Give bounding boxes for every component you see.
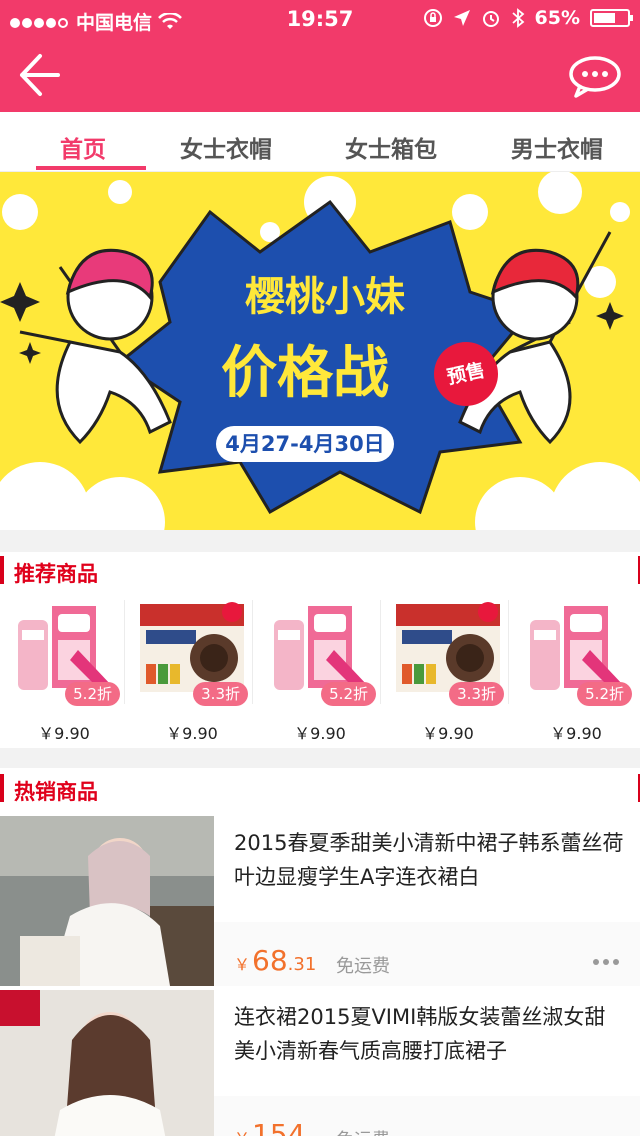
hot-title: 热销商品 <box>14 780 98 804</box>
recommended-item[interactable]: 5.2折 ￥9.90 <box>512 590 640 748</box>
recommended-item[interactable]: 5.2折 ￥9.90 <box>0 590 128 748</box>
section-accent-bar <box>0 556 4 584</box>
tab-women-bags[interactable]: 女士箱包 <box>345 130 437 164</box>
section-gap <box>0 530 640 552</box>
tab-men-clothing[interactable]: 男士衣帽 <box>511 130 603 164</box>
top-bar: 中国电信 19:57 65% <box>0 0 640 112</box>
category-tabs: 首页 女士衣帽 女士箱包 男士衣帽 <box>0 112 640 172</box>
price-integer: 154 <box>252 1118 306 1136</box>
recommended-item[interactable]: 3.3折 ￥9.90 <box>128 590 256 748</box>
price-integer: 68 <box>252 944 288 977</box>
discount-badge: 3.3折 <box>449 682 504 706</box>
chat-bubble-icon[interactable] <box>568 54 622 98</box>
more-options-icon[interactable] <box>592 958 620 966</box>
back-arrow-icon[interactable] <box>18 52 60 98</box>
status-right: 65% <box>423 7 633 29</box>
item-divider <box>380 600 381 704</box>
item-price: ￥9.90 <box>166 724 218 743</box>
discount-badge: 5.2折 <box>321 682 376 706</box>
recommended-item[interactable]: 5.2折 ￥9.90 <box>256 590 384 748</box>
tab-home[interactable]: 首页 <box>60 130 106 164</box>
active-tab-indicator <box>36 166 146 170</box>
product-price: ￥ 154 <box>234 1118 305 1136</box>
battery-percent: 65% <box>534 7 580 29</box>
tab-women-clothing[interactable]: 女士衣帽 <box>180 130 272 164</box>
location-icon <box>453 10 470 26</box>
recommended-item[interactable]: 3.3折 ￥9.90 <box>384 590 512 748</box>
banner-title-line1: 樱桃小妹 <box>245 274 405 320</box>
battery-icon <box>590 9 633 27</box>
product-photo <box>0 990 214 1136</box>
shipping-label: 免运费 <box>336 1126 390 1136</box>
discount-badge: 5.2折 <box>65 682 120 706</box>
item-price: ￥9.90 <box>294 724 346 743</box>
product-name: 2015春夏季甜美小清新中裙子韩系蕾丝荷叶边显瘦学生A字连衣裙白 <box>234 831 624 889</box>
banner-title-line2: 价格战 <box>221 341 389 406</box>
banner-date: 4月27-4月30日 <box>216 426 394 462</box>
discount-badge: 5.2折 <box>577 682 632 706</box>
item-price: ￥9.90 <box>422 724 474 743</box>
price-decimal: .31 <box>287 954 317 975</box>
discount-badge: 3.3折 <box>193 682 248 706</box>
status-bar: 中国电信 19:57 65% <box>0 0 640 40</box>
currency-symbol: ￥ <box>234 955 251 974</box>
item-price: ￥9.90 <box>550 724 602 743</box>
item-divider <box>124 600 125 704</box>
item-price: ￥9.90 <box>38 724 90 743</box>
item-divider <box>508 600 509 704</box>
section-gap <box>0 748 640 768</box>
shipping-label: 免运费 <box>336 956 390 977</box>
battery-fill <box>594 13 615 23</box>
promo-banner[interactable]: 樱桃小妹 价格战 预售 4月27-4月30日 <box>0 172 640 530</box>
currency-symbol: ￥ <box>234 1125 250 1136</box>
item-divider <box>252 600 253 704</box>
product-price: ￥ 68 .31 <box>234 944 316 977</box>
hot-header: 热销商品 <box>0 770 640 806</box>
product-name: 连衣裙2015夏VIMI韩版女装蕾丝淑女甜美小清新春气质高腰打底裙子 <box>234 1005 606 1063</box>
alarm-icon <box>482 11 499 27</box>
section-accent-bar <box>0 774 4 802</box>
recommended-title: 推荐商品 <box>14 562 98 586</box>
recommended-header: 推荐商品 <box>0 552 640 588</box>
hot-list-item[interactable]: 2015春夏季甜美小清新中裙子韩系蕾丝荷叶边显瘦学生A字连衣裙白 ￥ 68 .3… <box>0 816 640 986</box>
product-photo <box>0 816 214 986</box>
bluetooth-icon <box>511 8 524 28</box>
orientation-lock-icon <box>423 9 442 27</box>
hot-list-item[interactable]: 连衣裙2015夏VIMI韩版女装蕾丝淑女甜美小清新春气质高腰打底裙子 ￥ 154… <box>0 990 640 1136</box>
recommended-strip: 5.2折 ￥9.90 3.3折 ￥9.90 5.2折 ￥9.90 3.3折 ￥9.90 5.2折… <box>0 590 640 748</box>
